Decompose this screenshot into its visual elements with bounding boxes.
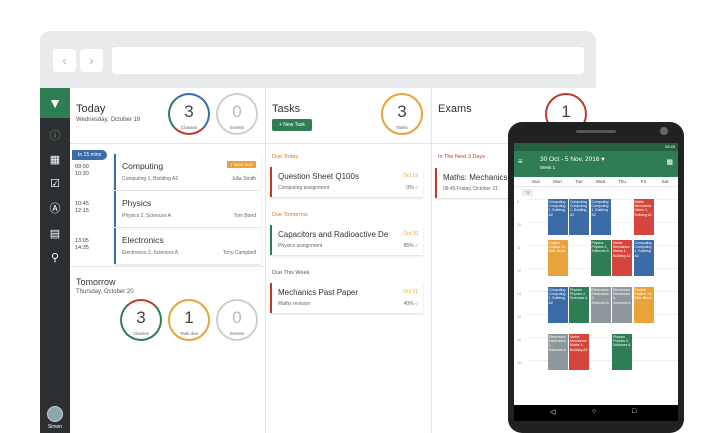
tomorrow-title: Tomorrow <box>76 277 116 287</box>
phone-screen: 08:45 ≡ 30 Oct - 5 Nov, 2016 ▾ Week 1 ▦ … <box>514 143 678 421</box>
lesson-card-physics[interactable]: Physics Physics 2, Sciences A Tom Bond <box>114 191 261 227</box>
calendar-icon[interactable]: ▦ <box>666 158 673 166</box>
calendar-today-icon[interactable]: ▦ <box>47 152 63 168</box>
today-column: Today Wednesday, October 19 3 Classes 0 … <box>70 88 266 433</box>
exams-title: Exams <box>438 103 472 115</box>
calendar-event[interactable]: Physics Physics 2, Sciences A <box>612 334 632 370</box>
task-card[interactable]: Question Sheet Q100s Oct 19 Computing as… <box>270 167 423 197</box>
status-bar: 08:45 <box>514 143 678 151</box>
calendar-event[interactable]: Maths Mechanics Maths 4, Building A2 <box>633 199 654 235</box>
today-classes-ring[interactable]: 3 Classes <box>168 93 210 135</box>
user-name: Simon <box>47 424 63 430</box>
calendar-event[interactable]: Computing Computing 1, Building A2 <box>633 240 654 276</box>
task-card[interactable]: Capacitors and Radioactive Decay Oct 20 … <box>270 225 423 255</box>
lesson-time: 09:00 10:30 <box>75 164 89 177</box>
today-events-ring[interactable]: 0 Events <box>216 93 258 135</box>
trophy-logo-icon[interactable]: ▼ <box>40 88 70 118</box>
tomorrow-classes-ring[interactable]: 3 Classes <box>120 299 162 341</box>
calendar-event[interactable]: Computing Computing 1, Building A2 <box>547 287 568 323</box>
sidebar: ▼ ⓘ ▦ ☑ Ⓐ ▤ ⚲ Simon <box>40 88 70 433</box>
section-due-today: Due Today <box>272 154 299 160</box>
section-due-this-week: Due This Week <box>272 270 310 276</box>
day-header: Sun Mon Tue Wed Thu Fri Sat <box>514 177 678 187</box>
calendar-event[interactable]: Computing Computing 1, Building A2 <box>569 199 589 235</box>
back-nav-icon[interactable]: ◁ <box>550 408 555 416</box>
hour-label: 11 <box>517 246 521 250</box>
day-label: Tue <box>575 179 583 184</box>
section-next-3-days: In The Next 3 Days <box>438 154 485 160</box>
tomorrow-date: Thursday, October 20 <box>76 289 134 295</box>
calendar-icon[interactable]: ▤ <box>47 226 63 242</box>
hour-label: 15 <box>517 338 521 342</box>
hour-label: 10 <box>517 223 521 227</box>
phone-app-bar: ≡ 30 Oct - 5 Nov, 2016 ▾ Week 1 ▦ <box>514 151 678 177</box>
divider <box>70 143 266 144</box>
tasks-count-ring[interactable]: 3 Tasks <box>381 93 423 135</box>
calendar-event[interactable]: Electronics Electronics 3, Sciences A <box>547 334 568 370</box>
recents-nav-icon[interactable]: □ <box>632 408 636 415</box>
new-task-button[interactable]: + New Task <box>272 119 312 131</box>
calendar-event[interactable]: English English 7a, Main Block <box>633 287 654 323</box>
speaker <box>576 130 616 133</box>
info-icon[interactable]: ⓘ <box>47 128 63 144</box>
date-range[interactable]: 30 Oct - 5 Nov, 2016 ▾ <box>540 155 605 163</box>
url-bar[interactable] <box>112 47 584 74</box>
tasks-column: Tasks + New Task 3 Tasks Due Today Quest… <box>266 88 432 433</box>
week-grid: 9 10 11 12 13 14 15 16 Computing Computing 1, Bu… <box>514 199 678 383</box>
section-due-tomorrow: Due Tomorrow <box>272 212 308 218</box>
day-label: Sun <box>531 179 540 184</box>
menu-icon[interactable]: ≡ <box>518 157 523 166</box>
hour-label: 9 <box>517 200 519 204</box>
lesson-card-computing[interactable]: Computing 1 TASK DUE Computing 1, Buildi… <box>114 154 261 190</box>
task-due-badge: 1 TASK DUE <box>227 161 256 168</box>
calendar-event[interactable]: Computing Computing 1, Building A2 <box>547 199 568 235</box>
home-nav-icon[interactable]: ○ <box>592 408 596 415</box>
checkbox-icon[interactable]: ☑ <box>47 176 63 192</box>
calendar-event[interactable]: Physics Physics 2, Sciences A <box>590 240 611 276</box>
today-date: Wednesday, October 19 <box>76 117 141 123</box>
divider <box>70 266 266 267</box>
calendar-event[interactable]: Electronics Electronics 3, Sciences A <box>612 287 632 323</box>
hour-label: 13 <box>517 292 521 296</box>
tasks-title: Tasks <box>272 103 301 115</box>
tomorrow-events-ring[interactable]: 0 Events <box>216 299 258 341</box>
day-label: Sat <box>661 179 669 184</box>
calendar-event[interactable]: Electronics Electronics 3, Sciences A <box>590 287 611 323</box>
divider <box>266 143 432 144</box>
calendar-event[interactable]: Maths Mechanics Maths 4, Building A2 <box>612 240 632 276</box>
calendar-event[interactable]: Computing Computing 1, Building A2 <box>590 199 611 235</box>
exam-icon[interactable]: Ⓐ <box>47 201 63 217</box>
all-day-chip: TE <box>522 189 534 196</box>
calendar-event[interactable]: Physics Physics 2, Sciences A <box>569 287 589 323</box>
hour-label: 12 <box>517 269 521 273</box>
tomorrow-tasks-ring[interactable]: 1 Task due <box>168 299 210 341</box>
lesson-time: 13:05 14:35 <box>75 238 89 251</box>
week-label: Week 1 <box>540 165 556 170</box>
calendar-event[interactable]: Maths Mechanics Maths 4, Building A2 <box>569 334 589 370</box>
hour-label: 16 <box>517 361 521 365</box>
today-title: Today <box>76 103 106 115</box>
lesson-time: 10:45 12:15 <box>75 201 89 214</box>
task-card[interactable]: Mechanics Past Paper Oct 21 Maths revisi… <box>270 283 423 313</box>
phone-device: 08:45 ≡ 30 Oct - 5 Nov, 2016 ▾ Week 1 ▦ … <box>508 122 684 433</box>
hour-label: 14 <box>517 315 521 319</box>
back-button[interactable]: ‹ <box>53 49 76 72</box>
day-label: Fri <box>640 179 647 184</box>
lesson-card-electronics[interactable]: Electronics Electronics 3, Sciences A To… <box>114 228 261 264</box>
in-15-mins-label: In 15 mins <box>72 150 108 160</box>
camera <box>660 127 668 135</box>
day-label: Mon <box>553 179 562 184</box>
search-icon[interactable]: ⚲ <box>47 250 63 266</box>
forward-button[interactable]: › <box>80 49 103 72</box>
exam-card[interactable]: Maths: Mechanics 08:45 Friday, October 2… <box>435 168 511 198</box>
day-label: Thu <box>618 179 626 184</box>
avatar[interactable] <box>47 406 63 422</box>
android-nav-bar: ◁ ○ □ <box>514 405 678 421</box>
browser-toolbar: ‹ › <box>40 31 596 88</box>
day-label: Wed <box>595 179 606 184</box>
calendar-event[interactable]: English English 7a, Main Block <box>547 240 568 276</box>
